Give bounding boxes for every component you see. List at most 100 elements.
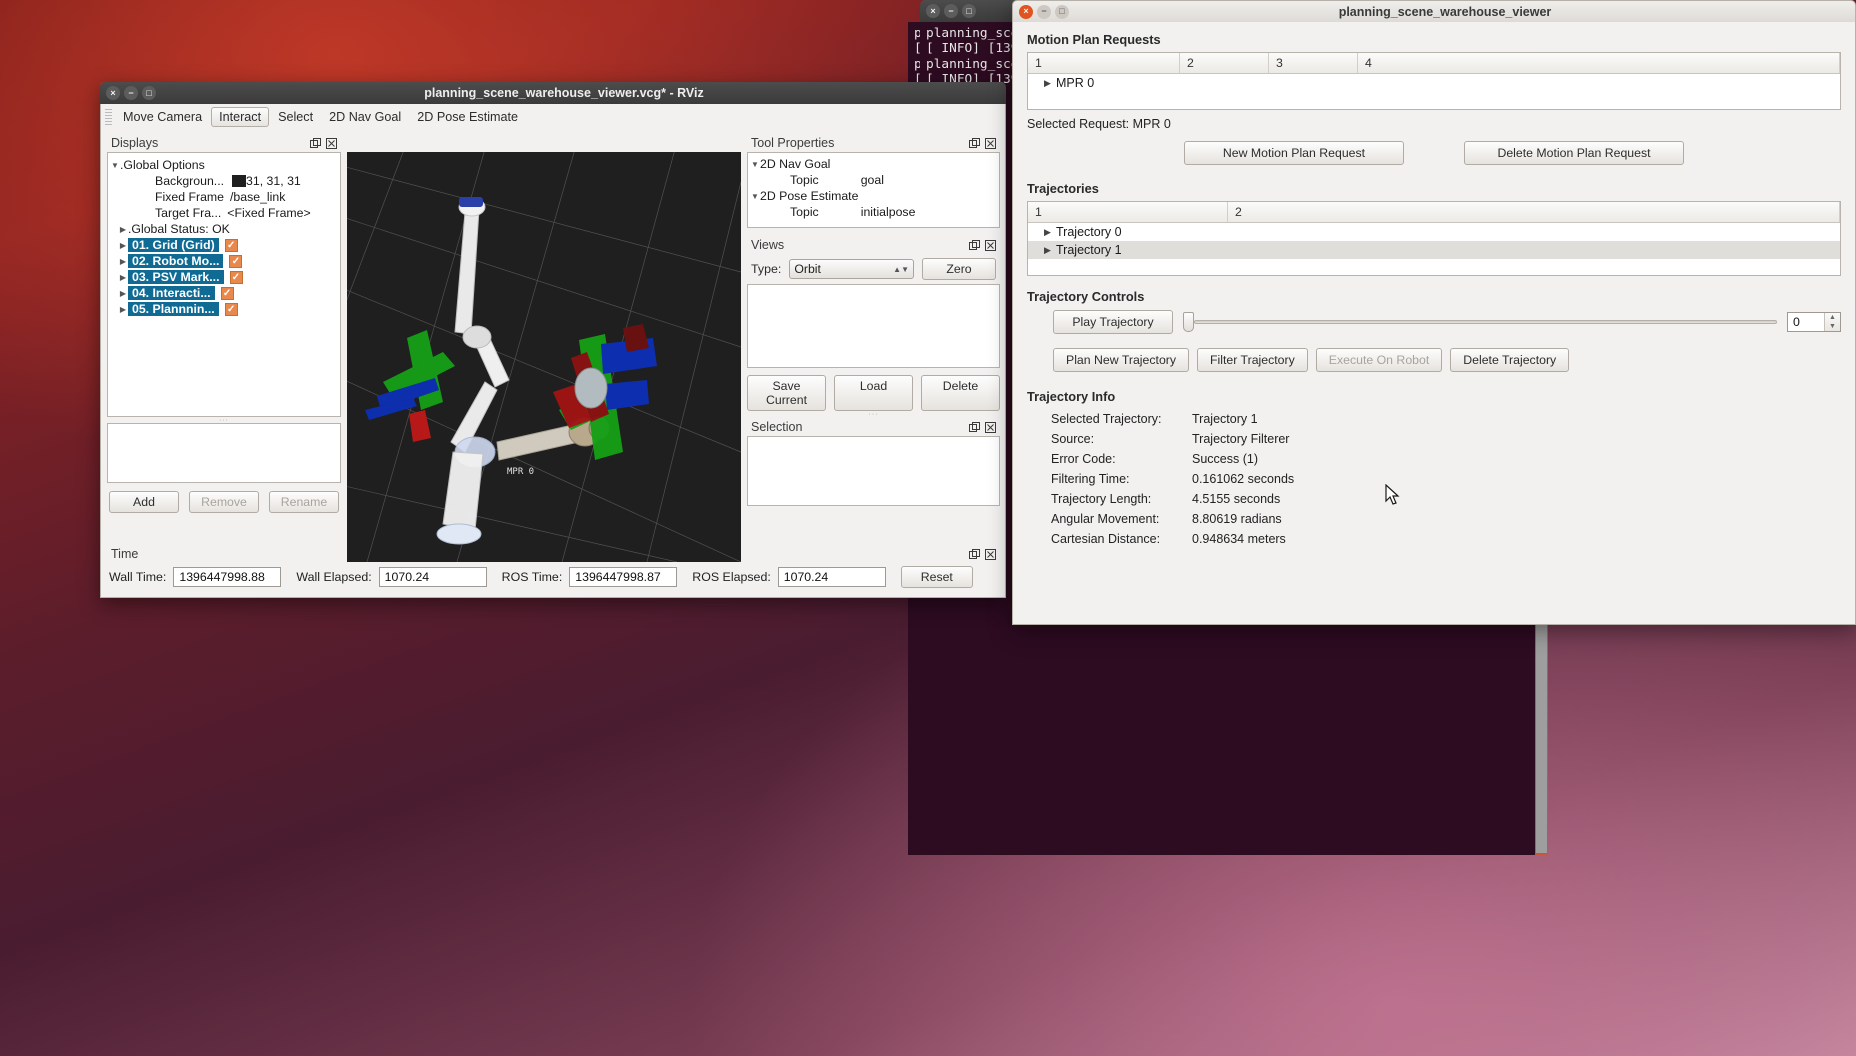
tool-2d-nav-goal[interactable]: 2D Nav Goal <box>322 108 408 126</box>
rviz-window[interactable]: × − □ planning_scene_warehouse_viewer.vc… <box>100 82 1006 598</box>
load-view-button[interactable]: Load <box>834 375 913 411</box>
close-panel-icon[interactable] <box>984 239 996 251</box>
tree-item-global-status[interactable]: ▶ .Global Status: OK <box>110 221 338 237</box>
expander-icon[interactable]: ▶ <box>1044 245 1056 256</box>
plan-new-trajectory-button[interactable]: Plan New Trajectory <box>1053 348 1189 372</box>
psw-titlebar[interactable]: × − □ planning_scene_warehouse_viewer <box>1012 0 1856 22</box>
tool-properties-tree[interactable]: ▼ 2D Nav Goal Topic goal ▼ 2D Pose Estim… <box>747 152 1000 228</box>
tool-prop-row[interactable]: ▼ 2D Pose Estimate <box>750 188 997 204</box>
tool-prop-row[interactable]: Topic goal <box>750 172 997 188</box>
tree-item-planning[interactable]: ▶ 05. Plannnin... ✓ <box>110 301 338 317</box>
ros-time-value[interactable]: 1396447998.87 <box>569 567 677 587</box>
rviz-toolbar[interactable]: Move Camera Interact Select 2D Nav Goal … <box>101 104 1005 129</box>
close-panel-icon[interactable] <box>984 137 996 149</box>
minimize-icon[interactable]: − <box>1037 5 1051 19</box>
tree-item[interactable]: ▼ .Global Options <box>110 157 338 173</box>
spinner-down-icon[interactable]: ▼ <box>1825 322 1840 331</box>
rviz-window-buttons[interactable]: × − □ <box>106 86 156 100</box>
views-list[interactable] <box>747 284 1000 368</box>
delete-trajectory-button[interactable]: Delete Trajectory <box>1450 348 1569 372</box>
tree-item-grid[interactable]: ▶ 01. Grid (Grid) ✓ <box>110 237 338 253</box>
float-icon[interactable] <box>968 548 980 560</box>
mpr-col-2[interactable]: 2 <box>1180 53 1269 73</box>
delete-motion-plan-request-button[interactable]: Delete Motion Plan Request <box>1464 141 1684 165</box>
trajectory-row-selected[interactable]: ▶ Trajectory 1 <box>1028 241 1840 259</box>
mpr-col-3[interactable]: 3 <box>1269 53 1358 73</box>
save-current-view-button[interactable]: Save Current <box>747 375 826 411</box>
trajectory-action-buttons[interactable]: Plan New Trajectory Filter Trajectory Ex… <box>1027 348 1841 372</box>
tool-2d-pose-estimate[interactable]: 2D Pose Estimate <box>410 108 525 126</box>
expander-icon[interactable]: ▼ <box>110 161 120 170</box>
tree-item-robot-model[interactable]: ▶ 02. Robot Mo... ✓ <box>110 253 338 269</box>
close-icon[interactable]: × <box>106 86 120 100</box>
spinner-buttons[interactable]: ▲ ▼ <box>1824 313 1840 331</box>
tool-move-camera[interactable]: Move Camera <box>116 108 209 126</box>
background-terminal-window-buttons[interactable]: × − □ <box>926 4 976 18</box>
rviz-titlebar[interactable]: × − □ planning_scene_warehouse_viewer.vc… <box>100 82 1006 104</box>
expander-icon[interactable]: ▶ <box>1044 227 1056 238</box>
displays-buttons[interactable]: Add Remove Rename <box>107 491 341 513</box>
wall-time-value[interactable]: 1396447998.88 <box>173 567 281 587</box>
toolbar-grip[interactable] <box>105 109 112 125</box>
mpr-buttons[interactable]: New Motion Plan Request Delete Motion Pl… <box>1027 141 1841 165</box>
float-icon[interactable] <box>968 137 980 149</box>
trajectory-row[interactable]: ▶ Trajectory 0 <box>1028 223 1840 241</box>
minimize-icon[interactable]: − <box>944 4 958 18</box>
enable-checkbox[interactable]: ✓ <box>225 239 238 252</box>
close-panel-icon[interactable] <box>325 137 337 149</box>
chevron-down-icon[interactable]: ▲▼ <box>893 265 909 274</box>
float-icon[interactable] <box>968 239 980 251</box>
zero-view-button[interactable]: Zero <box>922 258 996 280</box>
enable-checkbox[interactable]: ✓ <box>229 255 242 268</box>
tree-item[interactable]: Target Fra... <Fixed Frame> <box>110 205 338 221</box>
expander-icon[interactable]: ▶ <box>118 257 128 266</box>
maximize-icon[interactable]: □ <box>1055 5 1069 19</box>
maximize-icon[interactable]: □ <box>142 86 156 100</box>
trajectory-point-spinner[interactable]: 0 ▲ ▼ <box>1787 312 1841 332</box>
expander-icon[interactable]: ▶ <box>118 289 128 298</box>
displays-tree[interactable]: ▼ .Global Options Backgroun... 31, 31, 3… <box>107 152 341 417</box>
expander-icon[interactable]: ▶ <box>118 305 128 314</box>
traj-col-2[interactable]: 2 <box>1228 202 1840 222</box>
expander-icon[interactable]: ▶ <box>118 273 128 282</box>
tree-item[interactable]: Backgroun... 31, 31, 31 <box>110 173 338 189</box>
views-buttons[interactable]: Save Current Load Delete <box>747 375 1000 411</box>
mpr-col-1[interactable]: 1 <box>1028 53 1180 73</box>
rename-display-button[interactable]: Rename <box>269 491 339 513</box>
close-panel-icon[interactable] <box>984 421 996 433</box>
wall-elapsed-value[interactable]: 1070.24 <box>379 567 487 587</box>
tool-select[interactable]: Select <box>271 108 320 126</box>
tool-prop-row[interactable]: Topic initialpose <box>750 204 997 220</box>
tree-item-interactive-markers[interactable]: ▶ 04. Interacti... ✓ <box>110 285 338 301</box>
3d-viewport[interactable]: MPR 0 <box>347 152 741 562</box>
display-properties-box[interactable] <box>107 423 341 483</box>
filter-trajectory-button[interactable]: Filter Trajectory <box>1197 348 1308 372</box>
traj-col-1[interactable]: 1 <box>1028 202 1228 222</box>
trajectory-slider[interactable] <box>1183 312 1777 332</box>
expander-icon[interactable]: ▶ <box>118 241 128 250</box>
background-color-swatch[interactable] <box>232 175 246 187</box>
remove-display-button[interactable]: Remove <box>189 491 259 513</box>
close-icon[interactable]: × <box>926 4 940 18</box>
expander-icon[interactable]: ▶ <box>118 225 128 234</box>
close-panel-icon[interactable] <box>984 548 996 560</box>
motion-plan-requests-table[interactable]: 1 2 3 4 ▶ MPR 0 <box>1027 52 1841 110</box>
play-trajectory-button[interactable]: Play Trajectory <box>1053 310 1173 334</box>
enable-checkbox[interactable]: ✓ <box>221 287 234 300</box>
expander-icon[interactable]: ▼ <box>750 192 760 201</box>
enable-checkbox[interactable]: ✓ <box>230 271 243 284</box>
close-icon[interactable]: × <box>1019 5 1033 19</box>
trajectory-slider-handle[interactable] <box>1183 312 1194 332</box>
tree-item[interactable]: Fixed Frame /base_link <box>110 189 338 205</box>
views-type-dropdown[interactable]: Orbit ▲▼ <box>789 259 914 279</box>
enable-checkbox[interactable]: ✓ <box>225 303 238 316</box>
float-icon[interactable] <box>309 137 321 149</box>
expander-icon[interactable]: ▼ <box>750 160 760 169</box>
spinner-up-icon[interactable]: ▲ <box>1825 313 1840 322</box>
add-display-button[interactable]: Add <box>109 491 179 513</box>
tool-prop-row[interactable]: ▼ 2D Nav Goal <box>750 156 997 172</box>
new-motion-plan-request-button[interactable]: New Motion Plan Request <box>1184 141 1404 165</box>
mpr-row[interactable]: ▶ MPR 0 <box>1028 74 1840 92</box>
trajectory-point-value[interactable]: 0 <box>1788 313 1824 331</box>
trajectories-table[interactable]: 1 2 ▶ Trajectory 0 ▶ Trajectory 1 <box>1027 201 1841 276</box>
